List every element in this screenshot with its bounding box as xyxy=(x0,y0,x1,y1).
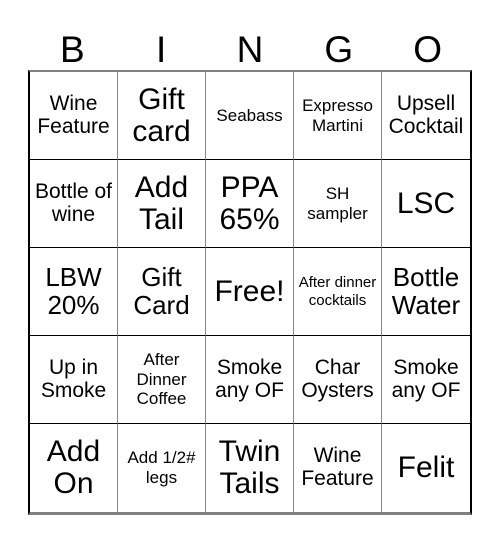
bingo-cell-label: Seabass xyxy=(216,105,283,125)
bingo-cell-o3[interactable]: Bottle Water xyxy=(382,248,470,336)
bingo-cell-i3[interactable]: Gift Card xyxy=(118,248,206,336)
bingo-cell-label: Smoke any OF xyxy=(391,355,461,402)
bingo-cell-n5[interactable]: Twin Tails xyxy=(206,424,294,512)
bingo-cell-label: SH sampler xyxy=(307,183,368,223)
bingo-cell-label: Add On xyxy=(46,435,101,500)
bingo-cell-label: Free! xyxy=(214,274,285,308)
bingo-cell-label: After Dinner Coffee xyxy=(136,349,187,409)
bingo-cell-g3[interactable]: After dinner cocktails xyxy=(294,248,382,336)
bingo-cell-label: Smoke any OF xyxy=(215,355,284,402)
bingo-cell-i4[interactable]: After Dinner Coffee xyxy=(118,336,206,424)
bingo-cell-b5[interactable]: Add On xyxy=(30,424,118,512)
header-letter-i: I xyxy=(156,29,167,70)
bingo-cell-label: Bottle Water xyxy=(391,261,461,320)
bingo-cell-label: Add Tail xyxy=(134,170,189,236)
bingo-cell-label: After dinner cocktails xyxy=(298,273,377,309)
bingo-card: B I N G O Wine Feature Gift card Seabass… xyxy=(0,0,500,544)
bingo-cell-g1[interactable]: Expresso Martini xyxy=(294,72,382,160)
bingo-cell-g5[interactable]: Wine Feature xyxy=(294,424,382,512)
bingo-cell-label: Gift card xyxy=(132,82,191,148)
bingo-cell-n2[interactable]: PPA 65% xyxy=(206,160,294,248)
bingo-cell-i1[interactable]: Gift card xyxy=(118,72,206,160)
bingo-cell-label: Up in Smoke xyxy=(40,355,107,402)
header-letter-n: N xyxy=(236,29,264,70)
bingo-cell-g4[interactable]: Char Oysters xyxy=(294,336,382,424)
bingo-cell-label: PPA 65% xyxy=(219,170,280,236)
bingo-cell-label: Upsell Cocktail xyxy=(388,91,464,138)
bingo-cell-o1[interactable]: Upsell Cocktail xyxy=(382,72,470,160)
bingo-cell-label: Twin Tails xyxy=(218,435,281,500)
bingo-cell-b1[interactable]: Wine Feature xyxy=(30,72,118,160)
bingo-cell-free-space[interactable]: Free! xyxy=(206,248,294,336)
bingo-cell-label: LSC xyxy=(396,186,456,220)
bingo-cell-o2[interactable]: LSC xyxy=(382,160,470,248)
bingo-cell-label: Add 1/2# legs xyxy=(127,448,196,487)
bingo-cell-label: Wine Feature xyxy=(37,91,110,138)
bingo-cell-n4[interactable]: Smoke any OF xyxy=(206,336,294,424)
bingo-cell-o5[interactable]: Felit xyxy=(382,424,470,512)
bingo-cell-o4[interactable]: Smoke any OF xyxy=(382,336,470,424)
bingo-cell-b2[interactable]: Bottle of wine xyxy=(30,160,118,248)
header-letter-b: B xyxy=(60,29,85,70)
bingo-cell-n1[interactable]: Seabass xyxy=(206,72,294,160)
header-letter-g: G xyxy=(324,29,354,70)
bingo-cell-i5[interactable]: Add 1/2# legs xyxy=(118,424,206,512)
bingo-cell-label: Char Oysters xyxy=(301,355,374,402)
bingo-cell-b4[interactable]: Up in Smoke xyxy=(30,336,118,424)
bingo-cell-label: Gift Card xyxy=(133,261,190,320)
header-letter-o: O xyxy=(413,29,442,70)
bingo-cell-i2[interactable]: Add Tail xyxy=(118,160,206,248)
bingo-cell-label: Bottle of wine xyxy=(34,179,113,226)
bingo-cell-label: LBW 20% xyxy=(45,261,102,320)
bingo-cell-label: Expresso Martini xyxy=(302,95,373,135)
bingo-grid: Wine Feature Gift card Seabass Expresso … xyxy=(28,70,472,515)
bingo-cell-b3[interactable]: LBW 20% xyxy=(30,248,118,336)
bingo-header: B I N G O xyxy=(28,14,472,70)
bingo-cell-label: Felit xyxy=(397,451,455,485)
bingo-cell-g2[interactable]: SH sampler xyxy=(294,160,382,248)
bingo-cell-label: Wine Feature xyxy=(301,444,374,490)
